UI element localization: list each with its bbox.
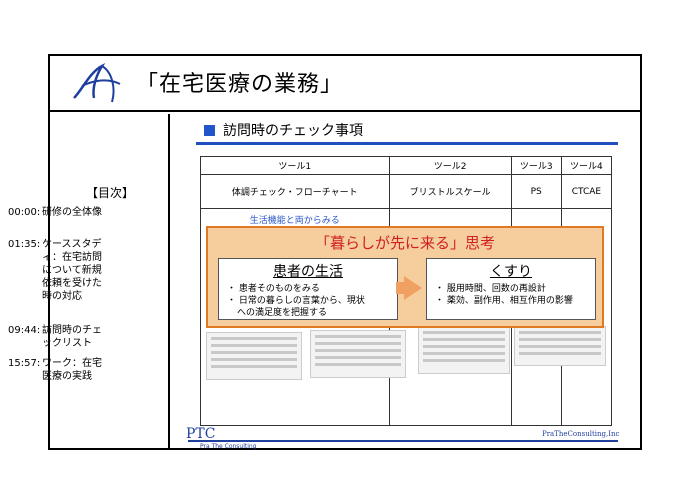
tool-cell: 体調チェック・フローチャート — [200, 174, 390, 210]
brand-logo-icon — [73, 62, 121, 103]
toc-desc: ケーススタディ：在宅訪問について新規依頼を受けた時の対応 — [42, 239, 102, 302]
bullet-text: への満足度を把握する — [237, 308, 328, 318]
toc-heading: 【目次】 — [86, 186, 135, 200]
patient-life-box: 患者の生活 ・ 患者そのものをみる ・ 日常の暮らしの言葉から、現状 への満足度… — [218, 258, 398, 320]
bullet-text: ・ 薬効、副作用、相互作用の影響 — [435, 296, 573, 306]
footer-rule — [188, 440, 618, 442]
box-title: 患者の生活 — [273, 264, 343, 280]
callout-panel: 「暮らしが先に来る」思考 患者の生活 ・ 患者そのものをみる ・ 日常の暮らしの… — [206, 226, 604, 328]
tool-header: ツール1 — [200, 155, 390, 176]
document-thumbnail — [514, 326, 606, 366]
toc-time: 15:57: — [8, 358, 41, 369]
toc-time: 00:00: — [8, 207, 41, 218]
toc-time: 09:44: — [8, 325, 41, 336]
square-bullet-icon — [204, 125, 215, 136]
footer-logo-subtext: Pra The Consulting — [200, 443, 257, 450]
document-thumbnail — [206, 332, 302, 380]
toc-time: 01:35: — [8, 239, 41, 250]
toc-desc: ワーク：在宅医療の実践 — [42, 358, 102, 382]
tool-cell: PS — [510, 174, 562, 210]
callout-title: 「暮らしが先に来る」思考 — [314, 234, 495, 252]
toc-item-overview[interactable]: 00:00: 研修の全体像 — [8, 206, 110, 219]
company-name: PraTheConsulting,Inc — [542, 430, 620, 438]
tool-header: ツール3 — [510, 155, 562, 176]
slide-title: 「在宅医療の業務」 — [136, 72, 344, 97]
bullet-text: ・ 日常の暮らしの言葉から、現状 — [227, 296, 365, 306]
toc-desc: 訪問時のチェックリスト — [42, 325, 102, 349]
section-heading-text: 訪問時のチェック事項 — [223, 123, 363, 139]
title-bar: 「在宅医療の業務」 — [50, 56, 640, 112]
tool-cell: ブリストルスケール — [388, 174, 512, 210]
arrow-right-icon — [404, 276, 422, 300]
tool-header: ツール2 — [388, 155, 512, 176]
tool-cell: CTCAE — [560, 174, 613, 210]
toc-item-case-study[interactable]: 01:35: ケーススタディ：在宅訪問について新規依頼を受けた時の対応 — [8, 238, 110, 303]
footer-logo-text: PTC — [186, 426, 216, 442]
faded-text: 生活機能と両からみる — [249, 216, 340, 227]
section-heading: 訪問時のチェック事項 — [204, 120, 363, 140]
document-thumbnail — [310, 330, 406, 378]
heading-underline — [196, 142, 618, 145]
toc-desc: 研修の全体像 — [42, 207, 102, 218]
box-title: くすり — [490, 264, 532, 280]
document-thumbnail — [418, 326, 510, 374]
tool-header: ツール4 — [560, 155, 613, 176]
toc-item-workshop[interactable]: 15:57: ワーク：在宅医療の実践 — [8, 357, 110, 383]
medicine-box: くすり ・ 服用時間、回数の再設計 ・ 薬効、副作用、相互作用の影響 — [426, 258, 596, 320]
bullet-text: ・ 服用時間、回数の再設計 — [435, 284, 546, 294]
bullet-text: ・ 患者そのものをみる — [227, 284, 320, 294]
toc-item-checklist[interactable]: 09:44: 訪問時のチェックリスト — [8, 324, 110, 350]
